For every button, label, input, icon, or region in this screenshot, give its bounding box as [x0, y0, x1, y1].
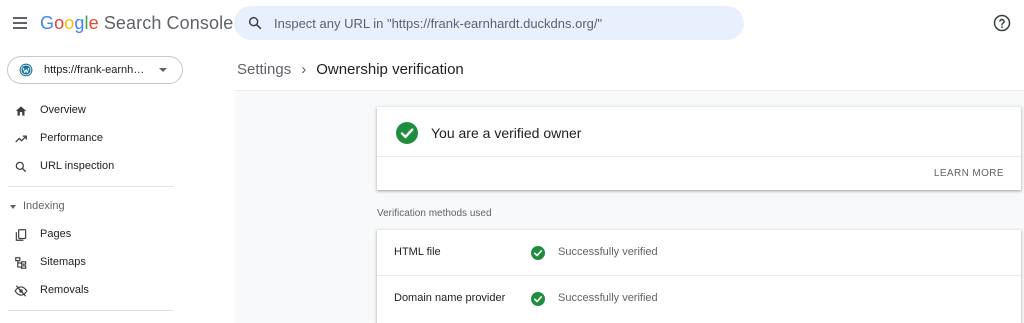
logo-letter: o: [64, 13, 75, 33]
page-title: Ownership verification: [316, 61, 464, 78]
breadcrumb-parent-link[interactable]: Settings: [237, 61, 291, 78]
learn-more-button[interactable]: LEARN MORE: [934, 168, 1004, 179]
check-circle-icon: [531, 292, 545, 306]
home-icon: [15, 106, 27, 116]
logo-letter: G: [40, 13, 55, 33]
methods-heading: Verification methods used: [377, 208, 492, 219]
check-circle-icon: [531, 246, 545, 260]
breadcrumb: Settings › Ownership verification: [237, 61, 464, 78]
method-name: HTML file: [394, 246, 441, 258]
owner-status-title: You are a verified owner: [431, 125, 582, 141]
removals-icon: [14, 285, 28, 297]
method-name: Domain name provider: [394, 292, 506, 304]
method-row[interactable]: Domain name provider Successfully verifi…: [377, 276, 1021, 321]
card-divider: [377, 156, 1021, 157]
verification-methods-card: HTML file Successfully verified Domain n…: [377, 230, 1021, 323]
sidebar-item-url-inspection[interactable]: URL inspection: [0, 153, 180, 181]
collapse-triangle-icon: [10, 205, 16, 209]
pages-icon: [15, 229, 27, 241]
sidebar-item-overview[interactable]: Overview: [0, 97, 180, 125]
url-inspection-search[interactable]: [234, 6, 744, 40]
search-input[interactable]: [274, 6, 734, 40]
verified-owner-card: You are a verified owner LEARN MORE: [377, 107, 1021, 190]
app-logo[interactable]: Google Search Console: [40, 13, 233, 34]
sidebar-item-label: URL inspection: [40, 160, 115, 172]
sitemap-icon: [15, 257, 27, 269]
sidebar-divider: [8, 186, 173, 187]
help-icon[interactable]: [993, 14, 1011, 32]
sidebar-item-label: Sitemaps: [40, 256, 86, 268]
property-selector[interactable]: https://frank-earnh…: [7, 56, 183, 84]
method-status: Successfully verified: [558, 246, 658, 258]
hamburger-menu-icon[interactable]: [10, 12, 32, 34]
sidebar-item-removals[interactable]: Removals: [0, 277, 180, 305]
trending-up-icon: [15, 135, 27, 143]
search-icon: [15, 161, 27, 173]
sidebar-item-performance[interactable]: Performance: [0, 125, 180, 153]
search-icon: [248, 16, 262, 30]
breadcrumb-separator: ›: [301, 61, 307, 78]
sidebar-item-pages[interactable]: Pages: [0, 221, 180, 249]
wordpress-icon: [19, 63, 33, 77]
check-circle-icon: [396, 122, 418, 144]
sidebar-item-label: Removals: [40, 284, 89, 296]
property-label: https://frank-earnh…: [44, 64, 145, 76]
sidebar-item-sitemaps[interactable]: Sitemaps: [0, 249, 180, 277]
logo-letter: o: [54, 13, 65, 33]
sidebar-item-label: Pages: [40, 228, 72, 240]
top-app-bar: Google Search Console: [0, 0, 1024, 48]
sidebar-item-label: Overview: [40, 104, 86, 116]
section-label: Indexing: [23, 200, 65, 212]
product-name: Search Console: [103, 13, 234, 33]
method-status: Successfully verified: [558, 292, 658, 304]
sidebar-section-indexing[interactable]: Indexing: [0, 195, 180, 219]
dropdown-caret-icon: [159, 68, 167, 72]
sidebar-item-label: Performance: [40, 132, 103, 144]
method-row[interactable]: HTML file Successfully verified: [377, 230, 1021, 276]
sidebar-divider: [8, 310, 173, 311]
logo-letter: g: [74, 13, 85, 33]
logo-letter: e: [88, 13, 99, 33]
sidebar: https://frank-earnh… Overview Performanc…: [0, 48, 183, 323]
